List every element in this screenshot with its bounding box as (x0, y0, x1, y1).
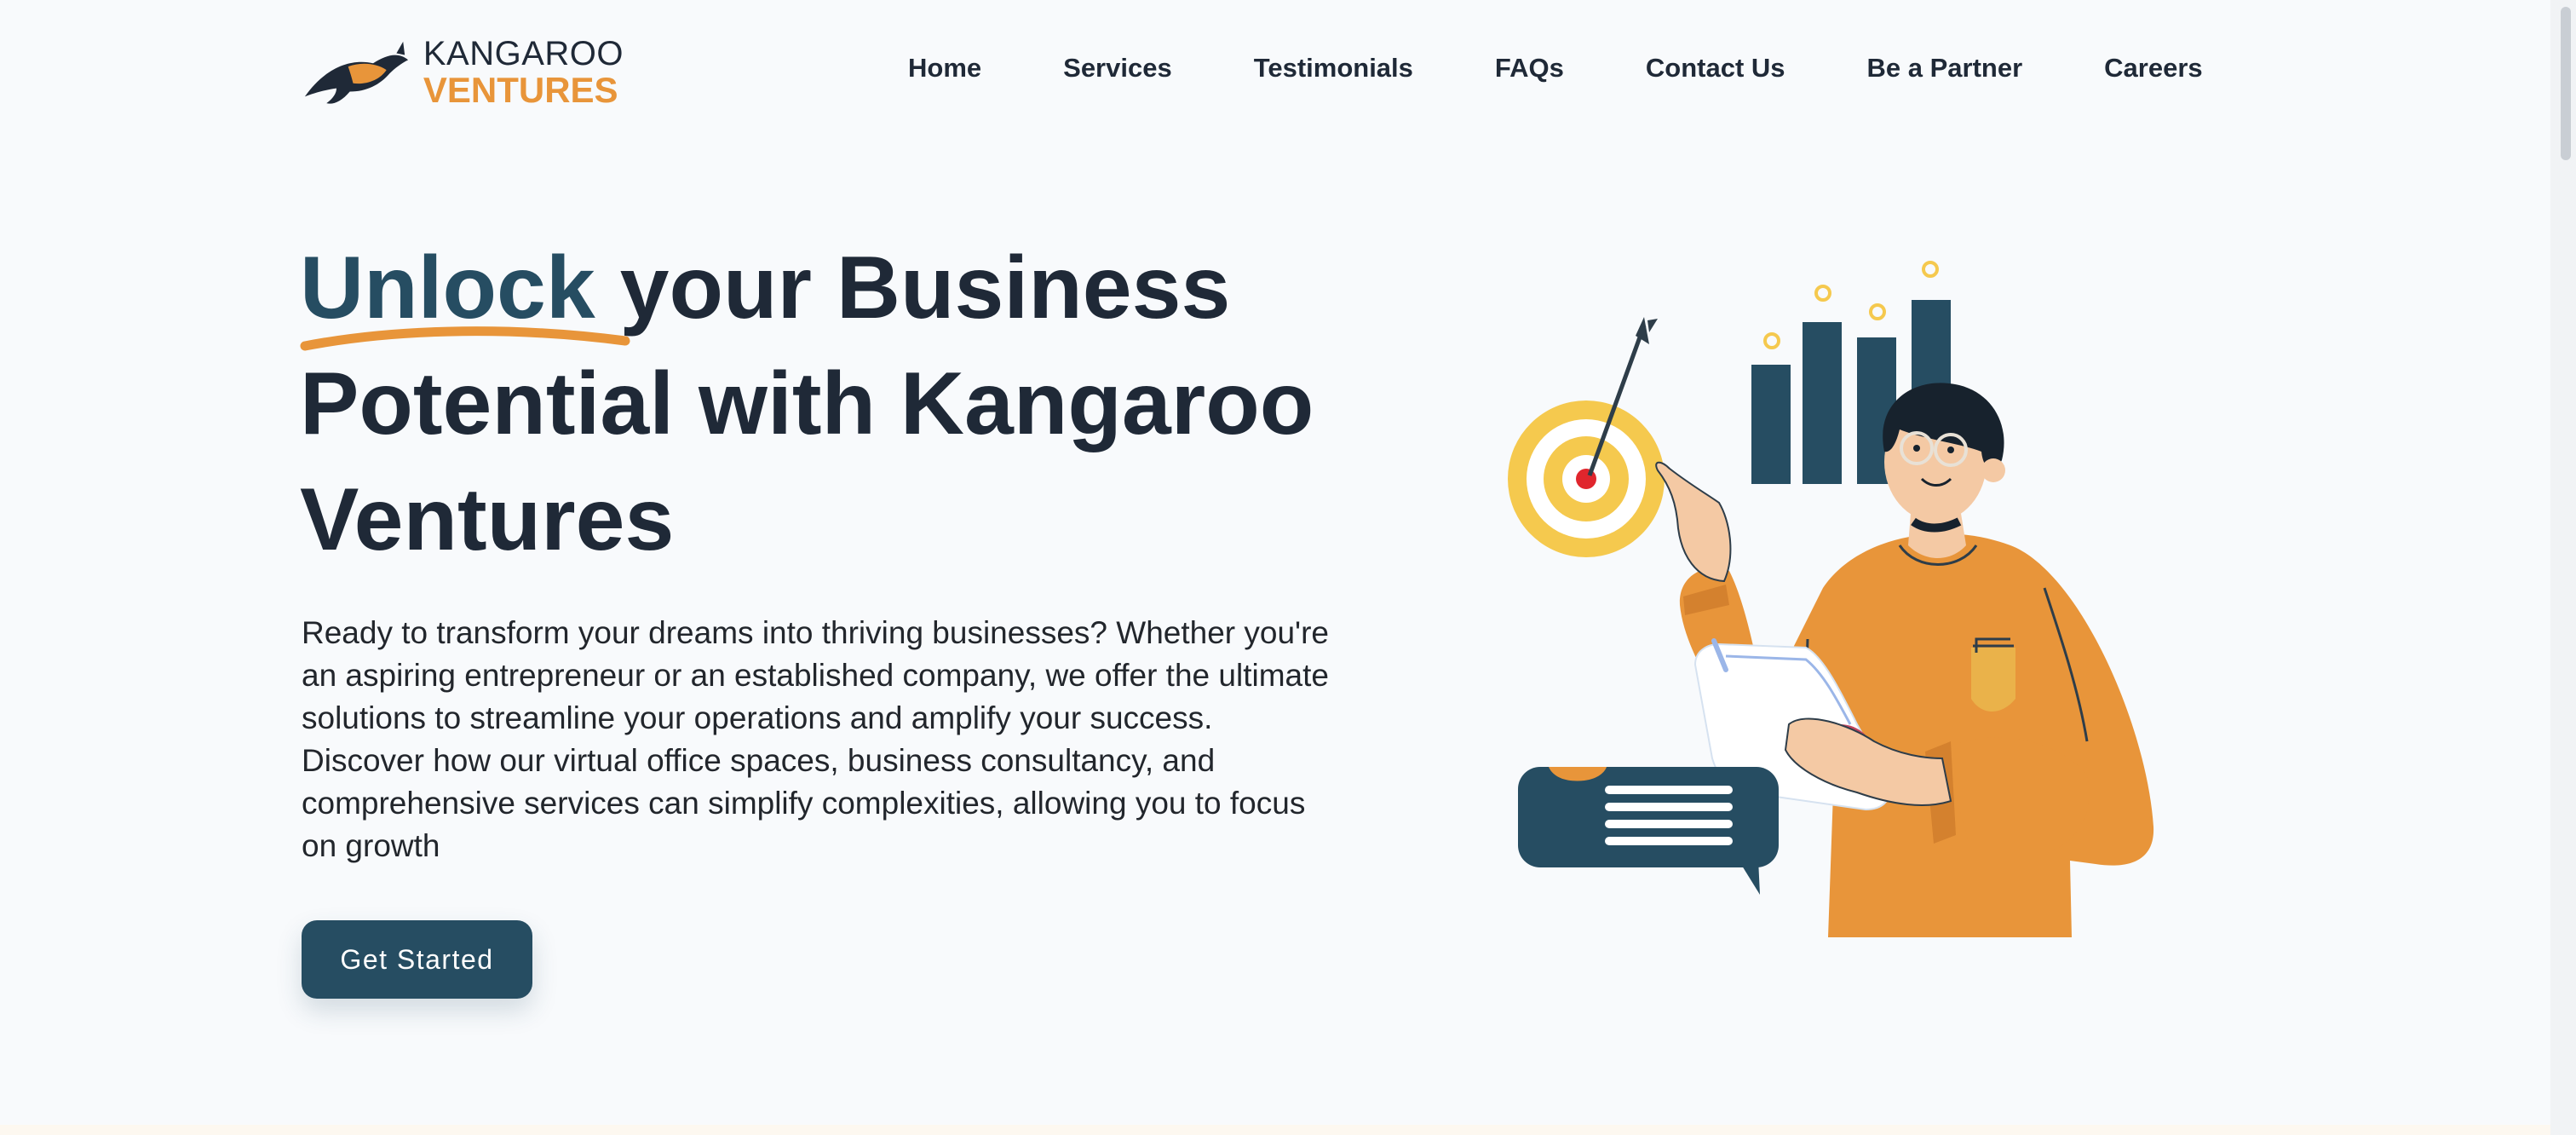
hero-description: Ready to transform your dreams into thri… (302, 615, 1330, 863)
nav-services[interactable]: Services (1063, 53, 1172, 84)
logo-text-kangaroo: KANGAROO (423, 35, 624, 72)
target-icon (1508, 400, 1665, 557)
nav-home[interactable]: Home (908, 53, 981, 84)
brand-logo[interactable]: KANGAROO VENTURES (300, 34, 624, 111)
hero-heading-line2: Potential with Kangaroo (300, 354, 1314, 453)
main-nav: Home Services Testimonials FAQs Contact … (908, 53, 2203, 84)
chat-bubble-icon (1518, 767, 1779, 895)
get-started-button[interactable]: Get Started (302, 920, 532, 999)
hero-heading-accent: Unlock (300, 230, 630, 351)
nav-testimonials[interactable]: Testimonials (1254, 53, 1413, 84)
nav-faqs[interactable]: FAQs (1495, 53, 1564, 84)
nav-be-a-partner[interactable]: Be a Partner (1867, 53, 2023, 84)
hero-heading-line3: Ventures (300, 470, 675, 569)
hero-illustration (1508, 261, 2154, 937)
underline-swoosh-icon (300, 326, 630, 351)
page-bottom-strip (0, 1125, 2576, 1135)
scrollbar-thumb[interactable] (2561, 7, 2571, 160)
hero-heading: Unlock your Business Potential with Kang… (300, 230, 1407, 578)
logo-text-ventures: VENTURES (423, 70, 618, 110)
kangaroo-logo-icon (304, 41, 409, 104)
page-scrollbar[interactable] (2550, 0, 2576, 1135)
nav-careers[interactable]: Careers (2104, 53, 2202, 84)
nav-contact-us[interactable]: Contact Us (1646, 53, 1785, 84)
hero-heading-line1-rest: your Business (595, 239, 1231, 337)
